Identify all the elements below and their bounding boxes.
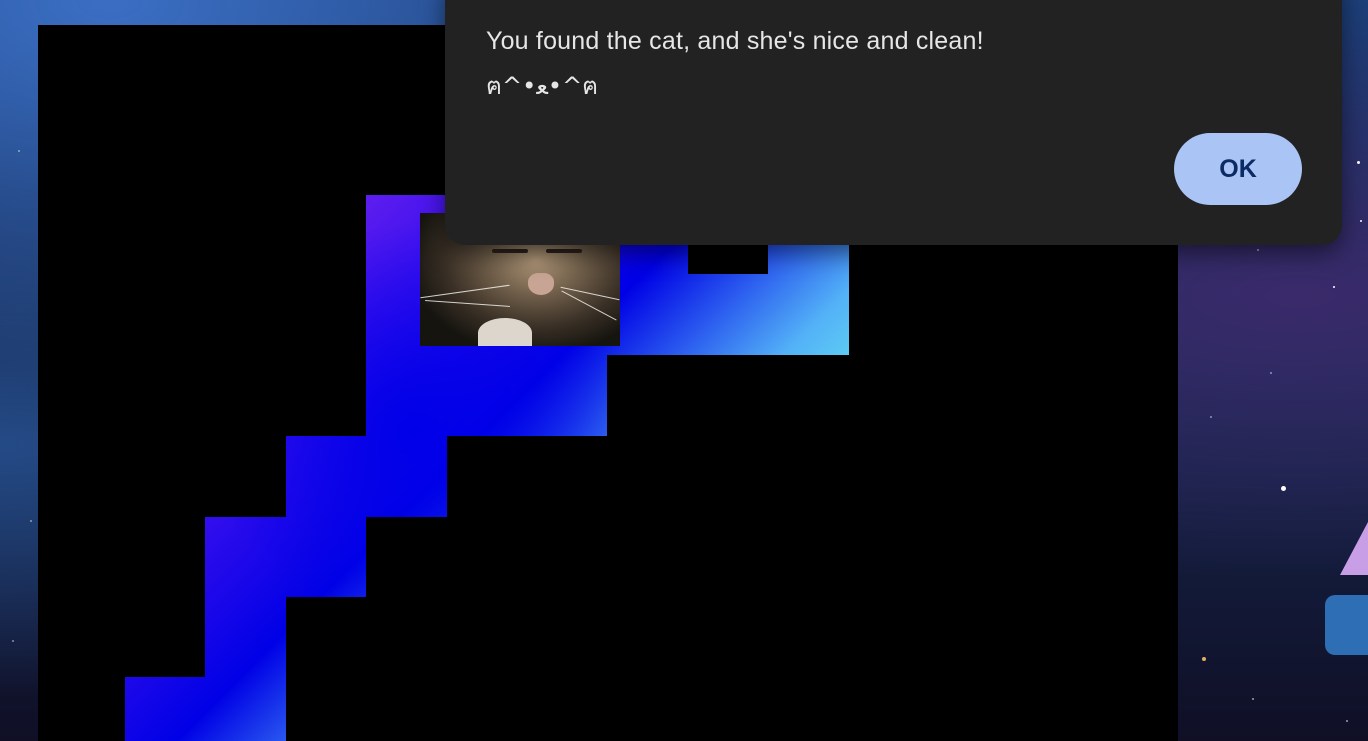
star [1333,286,1335,288]
star [1210,416,1212,418]
trail-segment [205,517,286,677]
dialog-kaomoji: ฅ^•ﻌ•^ฅ [486,72,599,100]
trail-segment [286,517,366,597]
maze-wall [688,245,768,274]
star [1360,220,1362,222]
star [1357,161,1360,164]
trail-segment [125,677,286,741]
cat-whisker [420,284,510,299]
cat-nose [528,273,554,295]
cat-whisker [425,300,510,307]
side-action-button[interactable] [1325,595,1368,655]
star [12,640,14,642]
cat-whisker [561,290,617,321]
star [1346,720,1348,722]
star [30,520,32,522]
ok-button[interactable]: OK [1174,133,1302,205]
cat-eye [546,249,582,253]
trail-segment [286,436,447,517]
cat-chest [478,318,532,346]
star [1270,372,1272,374]
triangle-icon [1340,522,1368,575]
alert-dialog: You found the cat, and she's nice and cl… [445,0,1342,245]
star [1257,249,1259,251]
star [1252,698,1254,700]
star [1202,657,1206,661]
star [1281,486,1286,491]
cat-eye [492,249,528,253]
star [18,150,20,152]
trail-segment [366,355,607,436]
dialog-message: You found the cat, and she's nice and cl… [486,27,984,55]
